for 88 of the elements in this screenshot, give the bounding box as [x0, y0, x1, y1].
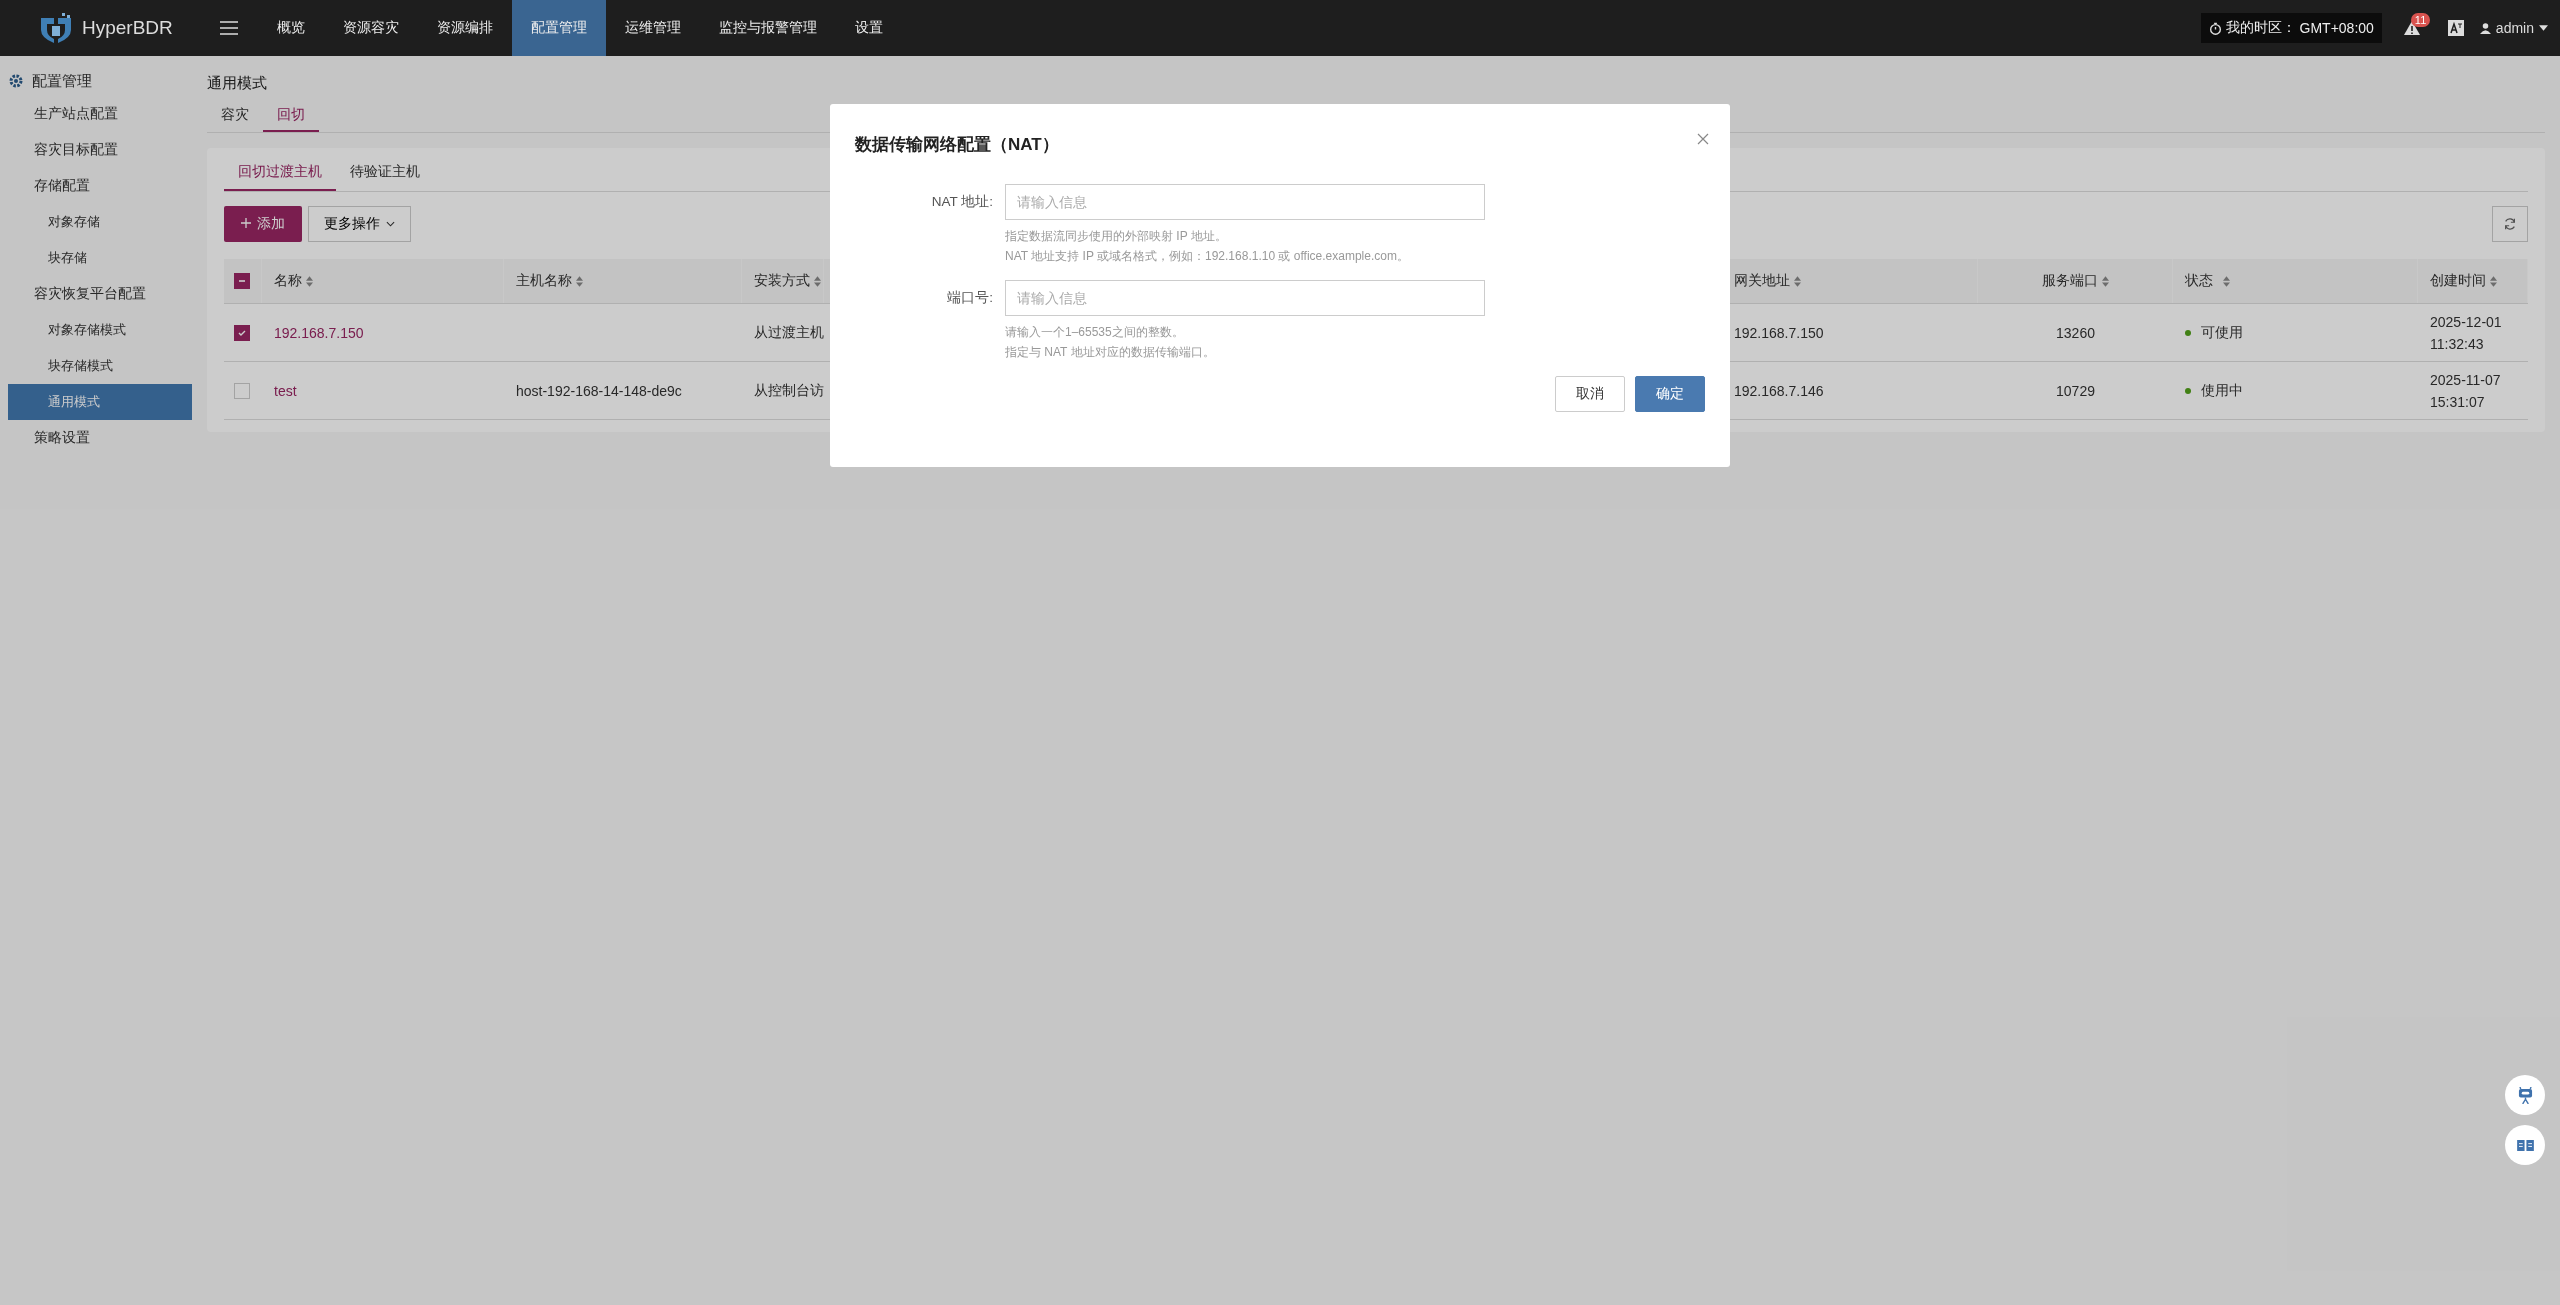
user-icon: [2479, 22, 2491, 34]
column-header[interactable]: 名称: [274, 272, 302, 290]
close-icon[interactable]: [1697, 133, 1709, 145]
sidebar-subitem[interactable]: 块存储模式: [8, 348, 192, 384]
sidebar-subitem[interactable]: 对象存储: [8, 204, 192, 240]
column-header[interactable]: 主机名称: [516, 272, 572, 290]
cancel-button[interactable]: 取消: [1555, 376, 1625, 412]
sidebar-subitem[interactable]: 通用模式: [8, 384, 192, 420]
modal-title: 数据传输网络配置（NAT）: [855, 133, 1060, 156]
stopwatch-icon: [2208, 21, 2222, 35]
sidebar-item[interactable]: 生产站点配置: [8, 96, 192, 132]
add-button[interactable]: 添加: [224, 206, 302, 242]
nav-item[interactable]: 监控与报警管理: [700, 0, 836, 56]
field-hint: 指定数据流同步使用的外部映射 IP 地址。: [1005, 228, 1228, 245]
column-header[interactable]: 安装方式: [754, 272, 810, 290]
assistant-button[interactable]: [2505, 1075, 2545, 1115]
row-checkbox[interactable]: [234, 324, 250, 341]
translate-icon[interactable]: [2447, 20, 2464, 36]
column-header[interactable]: 网关地址: [1734, 272, 1790, 290]
refresh-icon: [2503, 217, 2517, 231]
table-cell: 192.168.7.150: [1734, 324, 1824, 341]
sort-icon[interactable]: [814, 275, 821, 287]
sort-icon[interactable]: [2223, 275, 2230, 287]
logo-text: HyperBDR: [82, 17, 173, 39]
sidebar-item[interactable]: 容灾恢复平台配置: [8, 276, 192, 312]
robot-icon: [2517, 1086, 2533, 1104]
table-cell: 10729: [2056, 382, 2095, 399]
table-cell: 使用中: [2201, 381, 2243, 400]
sidebar-title: 配置管理: [32, 71, 92, 91]
menu-icon[interactable]: [220, 21, 238, 35]
table-cell: host-192-168-14-148-de9c: [516, 382, 682, 399]
column-header[interactable]: 服务端口: [2041, 272, 2098, 290]
field-hint: 指定与 NAT 地址对应的数据传输端口。: [1005, 344, 1216, 361]
nav-item[interactable]: 运维管理: [606, 0, 700, 56]
sidebar-subitem[interactable]: 对象存储模式: [8, 312, 192, 348]
table-cell: 13260: [2056, 324, 2095, 341]
table-cell: 可使用: [2201, 323, 2243, 342]
sidebar-item[interactable]: 存储配置: [8, 168, 192, 204]
sort-icon[interactable]: [1794, 275, 1801, 287]
user-menu[interactable]: admin: [2479, 20, 2548, 36]
nav-item[interactable]: 资源容灾: [324, 0, 418, 56]
column-header[interactable]: 创建时间: [2430, 272, 2486, 290]
sidebar-item[interactable]: 策略设置: [8, 420, 192, 456]
nav-item[interactable]: 设置: [836, 0, 902, 56]
sidebar-item[interactable]: 容灾目标配置: [8, 132, 192, 168]
timezone-value: GMT+08:00: [2299, 20, 2374, 36]
select-all-checkbox[interactable]: [234, 273, 250, 289]
table-cell-text: 2025-12-01 11:32:43: [2430, 312, 2503, 354]
nav-item[interactable]: 资源编排: [418, 0, 512, 56]
table-cell-text: 2025-11-07 15:31:07: [2430, 370, 2502, 412]
name-link[interactable]: test: [274, 382, 297, 399]
tab[interactable]: 回切过渡主机: [224, 154, 336, 191]
gear-icon: [8, 73, 24, 89]
status-dot-icon: [2185, 329, 2191, 336]
caret-icon: [2539, 25, 2548, 31]
table-cell: 192.168.7.146: [1734, 382, 1824, 399]
tab[interactable]: 回切: [263, 100, 319, 132]
field-hint: NAT 地址支持 IP 或域名格式，例如：192.168.1.10 或 office.example.com。: [1005, 248, 1410, 265]
plus-icon: [241, 218, 251, 228]
field-label: NAT 地址:: [930, 193, 994, 211]
nav-item[interactable]: 配置管理: [512, 0, 606, 56]
page-title: 通用模式: [207, 74, 268, 93]
status-dot-icon: [2185, 387, 2191, 394]
timezone-label: 我的时区：: [2225, 19, 2296, 37]
nav-item[interactable]: 概览: [258, 0, 324, 56]
input-field[interactable]: 请输入信息: [1005, 280, 1485, 316]
confirm-button[interactable]: 确定: [1635, 376, 1705, 412]
docs-button[interactable]: [2505, 1125, 2545, 1165]
table-cell: 从过渡主机: [754, 323, 824, 342]
sort-icon[interactable]: [2490, 275, 2497, 287]
field-hint: 请输入一个1–65535之间的整数。: [1005, 324, 1185, 341]
alert-count-badge: 11: [2410, 13, 2431, 27]
field-label: 端口号:: [946, 289, 994, 307]
book-icon: [2516, 1138, 2534, 1152]
more-actions-button[interactable]: 更多操作: [308, 206, 411, 242]
name-link[interactable]: 192.168.7.150: [274, 324, 364, 341]
sort-icon[interactable]: [576, 275, 583, 287]
tab[interactable]: 容灾: [207, 100, 263, 132]
sort-icon[interactable]: [306, 275, 313, 287]
tab[interactable]: 待验证主机: [336, 154, 434, 191]
table-cell: 从控制台访: [754, 381, 824, 400]
column-header[interactable]: 状态: [2185, 272, 2213, 290]
shield-logo-icon: [38, 12, 74, 44]
refresh-button[interactable]: [2492, 206, 2528, 242]
chevron-down-icon: [386, 221, 395, 227]
input-field[interactable]: 请输入信息: [1005, 184, 1485, 220]
sidebar-subitem[interactable]: 块存储: [8, 240, 192, 276]
sort-icon[interactable]: [2101, 275, 2109, 287]
